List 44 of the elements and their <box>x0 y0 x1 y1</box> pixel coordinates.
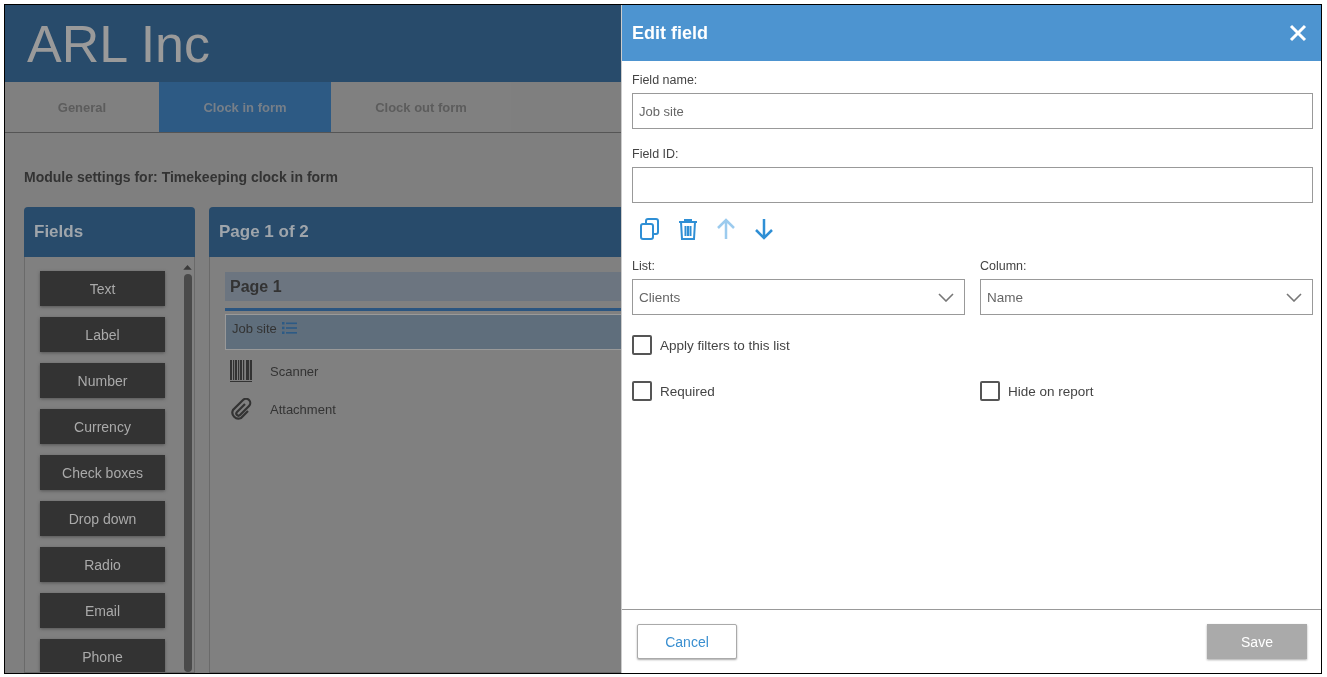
company-title: ARL Inc <box>27 13 211 74</box>
scrollbar-thumb[interactable] <box>183 273 192 672</box>
field-label: Field name: <box>632 73 699 87</box>
field-label: Field ID: <box>632 147 680 161</box>
cancel-button[interactable]: Cancel <box>637 624 737 659</box>
field-type-button[interactable]: Check boxes <box>40 455 165 490</box>
checkbox[interactable] <box>980 381 1000 401</box>
page-bar: Page 1 <box>225 272 621 301</box>
checkbox-label: Apply filters to this list <box>660 337 790 353</box>
module-settings-heading: Module settings for: Timekeeping clock in form <box>24 169 339 185</box>
field-type-button[interactable]: Phone <box>40 639 165 672</box>
field-type-button[interactable]: Drop down <box>40 501 165 536</box>
field-label[interactable]: Attachment <box>270 401 336 417</box>
list-dropdown[interactable]: Clients <box>632 279 965 315</box>
field-label: List: <box>632 259 656 273</box>
field-type-button[interactable]: Currency <box>40 409 165 444</box>
field-type-button[interactable]: Email <box>40 593 165 628</box>
list-icon <box>281 322 297 334</box>
field-name-input[interactable]: Job site <box>632 93 1313 129</box>
barcode-icon <box>230 360 252 382</box>
checkbox-label: Hide on report <box>1008 383 1094 399</box>
copy-button[interactable] <box>638 217 662 241</box>
paperclip-icon <box>230 398 252 420</box>
checkbox[interactable] <box>632 335 652 355</box>
chevron-down-icon <box>938 292 954 302</box>
close-button[interactable] <box>1289 24 1307 42</box>
field-type-button[interactable]: Text <box>40 271 165 306</box>
field-type-button[interactable]: Number <box>40 363 165 398</box>
field-label[interactable]: Scanner <box>270 363 319 379</box>
field-type-button[interactable]: Radio <box>40 547 165 582</box>
panel-title: Page 1 of 2 <box>219 222 309 242</box>
field-type-button[interactable]: Label <box>40 317 165 352</box>
column-dropdown[interactable]: Name <box>980 279 1313 315</box>
move-down-button[interactable] <box>752 217 776 241</box>
panel-title: Fields <box>34 222 84 242</box>
checkbox[interactable] <box>632 381 652 401</box>
dialog-title: Edit field <box>632 22 708 44</box>
checkbox-label: Required <box>660 383 715 399</box>
field-label: Column: <box>980 259 1028 273</box>
delete-button[interactable] <box>676 217 700 241</box>
field-label: Job site <box>232 320 277 336</box>
field-id-input[interactable] <box>632 167 1313 203</box>
chevron-down-icon <box>1286 292 1302 302</box>
scroll-up-arrow-icon[interactable] <box>183 265 192 270</box>
